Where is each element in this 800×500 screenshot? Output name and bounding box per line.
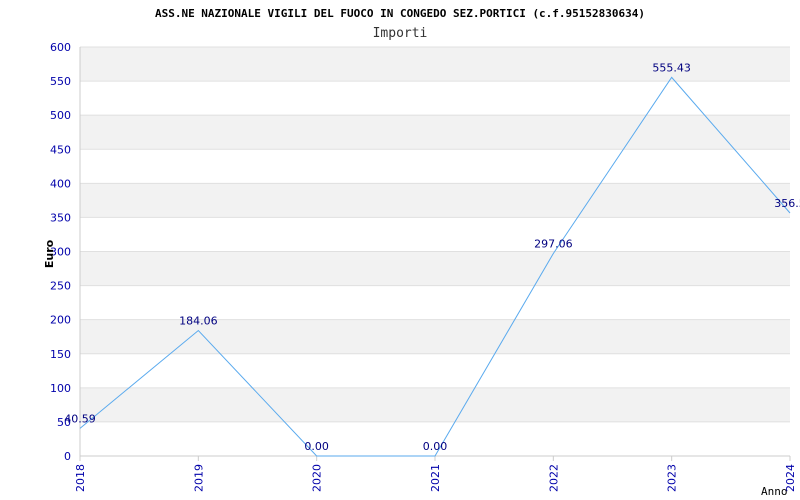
- chart-subtitle: Importi: [373, 26, 428, 41]
- y-tick-label: 550: [50, 75, 71, 88]
- x-tick-labels: 2018 2019 2020 2021 2022 2023 2024: [74, 464, 797, 492]
- x-tick-label: 2021: [429, 464, 442, 492]
- data-label: 297.06: [534, 238, 573, 251]
- grid-band: [80, 115, 790, 150]
- x-tick-label: 2018: [74, 464, 87, 492]
- grid-band: [80, 183, 790, 218]
- x-tick-label: 2020: [311, 464, 324, 492]
- data-label: 0.00: [423, 440, 448, 453]
- chart: 050100150200250300350400450500550600 201…: [43, 7, 800, 498]
- x-tick-label: 2023: [666, 464, 679, 492]
- y-tick-label: 600: [50, 41, 71, 54]
- y-tick-label: 0: [64, 450, 71, 463]
- x-axis-label: Anno: [761, 485, 788, 498]
- data-label: 356.5: [774, 197, 800, 210]
- y-tick-label: 450: [50, 143, 71, 156]
- x-tick-label: 2019: [192, 464, 205, 492]
- data-label: 0.00: [304, 440, 329, 453]
- y-tick-label: 400: [50, 177, 71, 190]
- y-tick-label: 250: [50, 280, 71, 293]
- grid-band: [80, 387, 790, 422]
- data-label: 555.43: [652, 61, 691, 74]
- y-tick-label: 200: [50, 314, 71, 327]
- x-tick-label: 2022: [547, 464, 560, 492]
- y-tick-label: 500: [50, 109, 71, 122]
- y-tick-label: 350: [50, 211, 71, 224]
- grid-bands: [80, 47, 790, 422]
- y-tick-label: 150: [50, 348, 71, 361]
- chart-title: ASS.NE NAZIONALE VIGILI DEL FUOCO IN CON…: [155, 7, 645, 20]
- y-tick-label: 100: [50, 382, 71, 395]
- data-label: 184.06: [179, 315, 218, 328]
- y-axis-label: Euro: [43, 239, 56, 268]
- grid-band: [80, 251, 790, 286]
- data-label: 40.59: [64, 412, 96, 425]
